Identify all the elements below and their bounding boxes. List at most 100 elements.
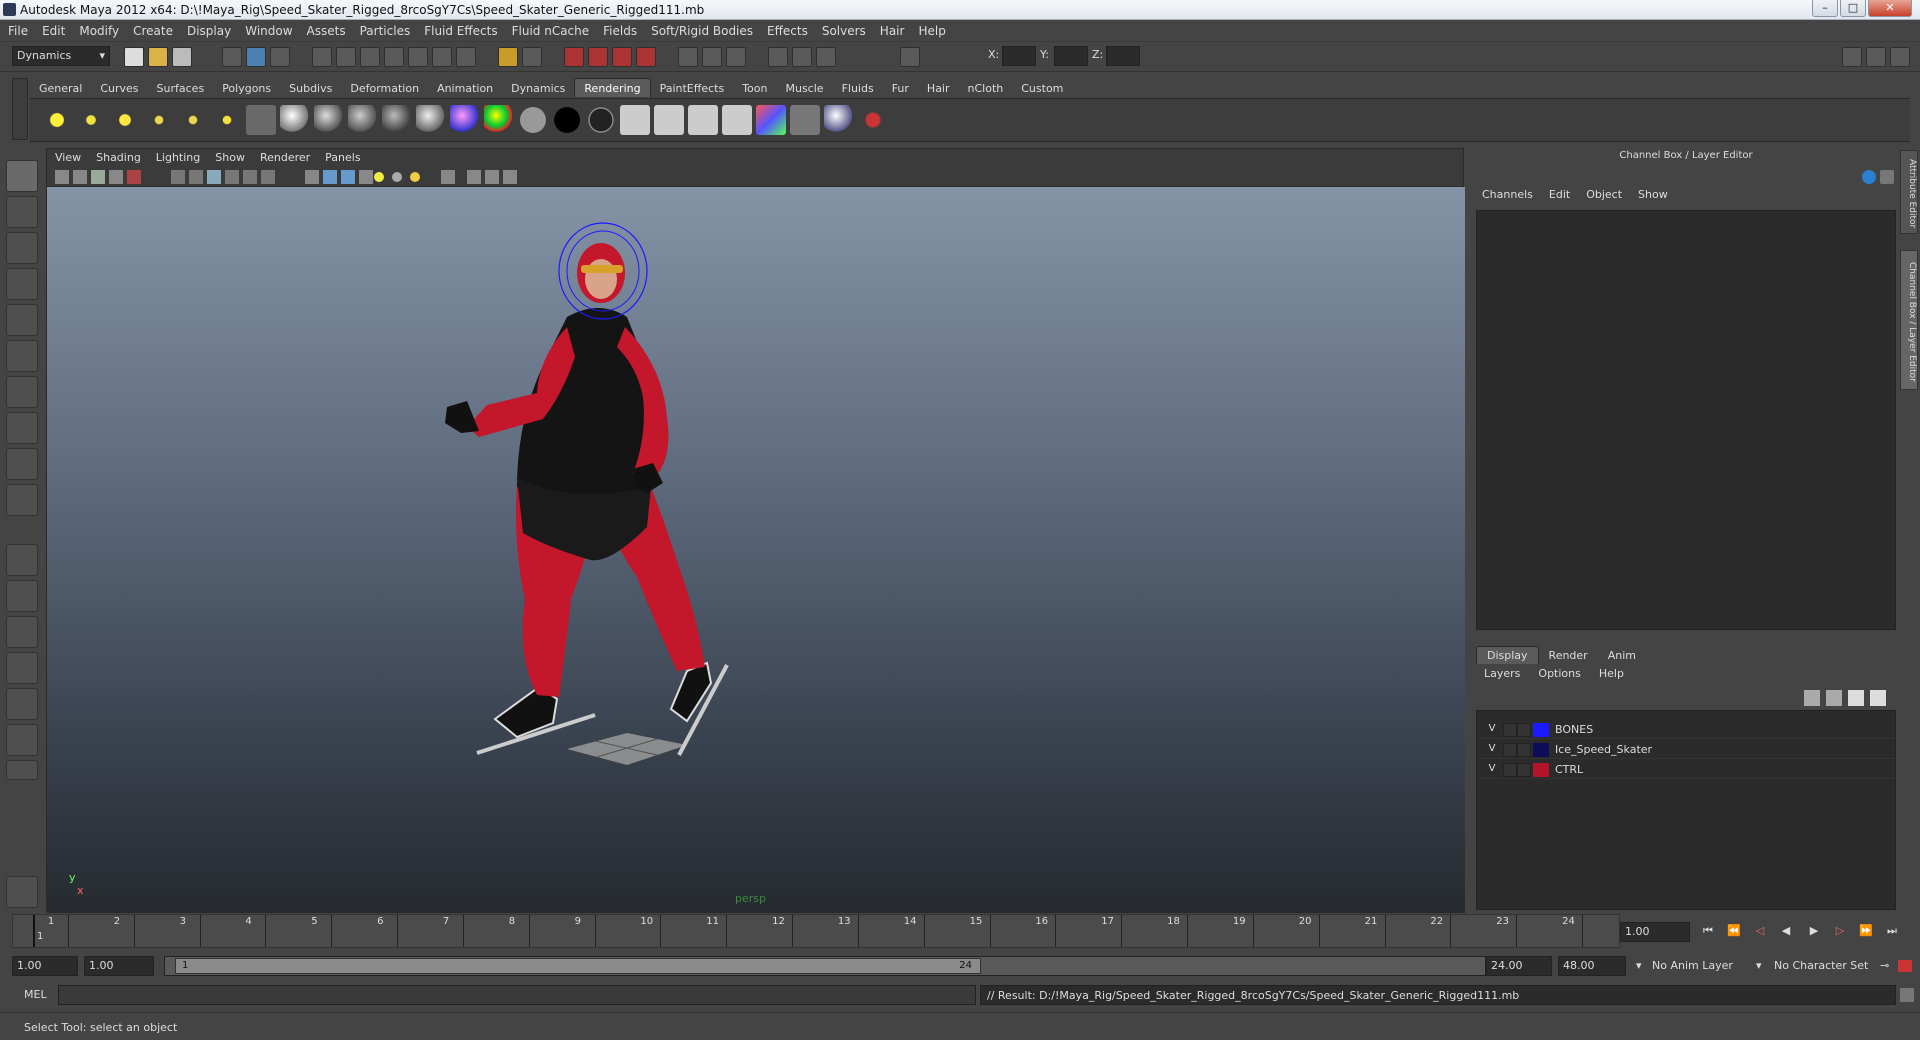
render-settings-shelf-icon[interactable]	[756, 105, 786, 135]
step-forward-frame-icon[interactable]: ▷	[1832, 924, 1848, 940]
new-layer-selected-icon[interactable]	[1870, 690, 1886, 706]
render-frame-icon[interactable]	[564, 47, 584, 67]
hypershade-persp-layout-icon[interactable]	[6, 688, 38, 720]
selection-lock-icon[interactable]	[522, 47, 542, 67]
shelf-tab-hair[interactable]: Hair	[918, 79, 959, 98]
attribute-panel-icon[interactable]	[702, 47, 722, 67]
shelf-tab-surfaces[interactable]: Surfaces	[148, 79, 214, 98]
anisotropic-material-icon[interactable]	[416, 105, 446, 135]
persp-graph-hypergraph-layout-icon[interactable]	[6, 724, 38, 756]
layer-visibility-toggle[interactable]: V	[1485, 763, 1499, 777]
channel-box-edit-icon[interactable]	[1880, 170, 1894, 184]
shelf-tab-fluids[interactable]: Fluids	[833, 79, 883, 98]
vp-menu-renderer[interactable]: Renderer	[252, 149, 317, 164]
menu-edit[interactable]: Edit	[34, 20, 71, 38]
persp-graph-layout-icon[interactable]	[6, 652, 38, 684]
chevron-down-icon[interactable]: ▾	[1756, 959, 1762, 972]
menu-fluid-ncache[interactable]: Fluid nCache	[504, 20, 596, 38]
shelf-tab-deformation[interactable]: Deformation	[341, 79, 428, 98]
anim-start-field[interactable]: 1.00	[12, 956, 78, 976]
surface-shader-icon[interactable]	[518, 105, 548, 135]
minimize-button[interactable]: –	[1812, 0, 1838, 17]
step-forward-key-icon[interactable]: ⏩	[1858, 924, 1874, 940]
skater-render[interactable]	[47, 187, 1465, 913]
lock-icon[interactable]	[498, 47, 518, 67]
layout-expand-icon[interactable]	[6, 760, 38, 780]
phong-material-icon[interactable]	[348, 105, 378, 135]
persp-outliner-layout-icon[interactable]	[6, 616, 38, 648]
snap-curve-icon[interactable]	[360, 47, 380, 67]
layer-display-type-toggle[interactable]	[1517, 723, 1531, 737]
menuset-dropdown[interactable]: Dynamics ▾	[12, 46, 110, 66]
cb-menu-object[interactable]: Object	[1578, 188, 1630, 201]
command-input[interactable]	[58, 985, 976, 1005]
soft-mod-tool-icon[interactable]	[6, 412, 38, 444]
lasso-tool-icon[interactable]	[6, 196, 38, 228]
layer-playback-toggle[interactable]	[1503, 723, 1517, 737]
menu-modify[interactable]: Modify	[71, 20, 125, 38]
menu-hair[interactable]: Hair	[872, 20, 911, 38]
layer-tab-anim[interactable]: Anim	[1598, 647, 1646, 665]
shelf-tab-polygons[interactable]: Polygons	[213, 79, 280, 98]
new-empty-layer-icon[interactable]	[1848, 690, 1864, 706]
layer-color-swatch[interactable]	[1533, 723, 1549, 737]
snap-live-icon[interactable]	[432, 47, 452, 67]
batch-render-icon[interactable]	[790, 105, 820, 135]
shelf-tab-painteffects[interactable]: PaintEffects	[651, 79, 734, 98]
shelf-tab-ncloth[interactable]: nCloth	[959, 79, 1013, 98]
move-layer-down-icon[interactable]	[1826, 690, 1842, 706]
z-field[interactable]	[1106, 46, 1140, 66]
le-menu-options[interactable]: Options	[1528, 667, 1588, 680]
menu-particles[interactable]: Particles	[352, 20, 417, 38]
menu-file[interactable]: File	[0, 20, 34, 38]
single-perspective-layout-icon[interactable]	[6, 544, 38, 576]
close-button[interactable]: ✕	[1868, 0, 1912, 17]
preferences-icon[interactable]	[1898, 960, 1912, 972]
area-light-icon[interactable]	[178, 105, 208, 135]
play-forward-icon[interactable]: ▶	[1806, 924, 1822, 940]
assign-existing-material-icon[interactable]	[654, 105, 684, 135]
absolute-transform-icon[interactable]	[900, 47, 920, 67]
cb-menu-channels[interactable]: Channels	[1474, 188, 1541, 201]
layer-display-type-toggle[interactable]	[1517, 763, 1531, 777]
layer-name[interactable]: BONES	[1555, 723, 1593, 736]
open-scene-icon[interactable]	[148, 47, 168, 67]
layer-row[interactable]: V BONES	[1477, 721, 1897, 739]
layer-playback-toggle[interactable]	[1503, 743, 1517, 757]
blinn-material-icon[interactable]	[280, 105, 310, 135]
input-line-icon[interactable]	[768, 47, 788, 67]
hypershade-shelf-icon[interactable]	[824, 105, 854, 135]
ramp-shader-icon[interactable]	[484, 105, 514, 135]
shelf-tab-custom[interactable]: Custom	[1012, 79, 1072, 98]
show-manipulator-icon[interactable]	[6, 448, 38, 480]
lambert-material-icon[interactable]	[314, 105, 344, 135]
paint-canvas-icon[interactable]	[858, 105, 888, 135]
go-to-start-icon[interactable]: ⏮	[1700, 924, 1716, 940]
shelf-tab-subdivs[interactable]: Subdivs	[280, 79, 341, 98]
menu-create[interactable]: Create	[125, 20, 179, 38]
layer-display-type-toggle[interactable]	[1517, 743, 1531, 757]
le-menu-help[interactable]: Help	[1589, 667, 1632, 680]
hypershade-icon[interactable]	[636, 47, 656, 67]
range-slider-handle[interactable]: 1 24	[175, 958, 981, 974]
vp-menu-show[interactable]: Show	[207, 149, 252, 164]
layer-tab-render[interactable]: Render	[1539, 647, 1598, 665]
channel-box-layer-editor-tab[interactable]: Channel Box / Layer Editor	[1900, 250, 1918, 390]
panel-layout-icon[interactable]	[678, 47, 698, 67]
move-layer-up-icon[interactable]	[1804, 690, 1820, 706]
shelf-tab-toon[interactable]: Toon	[733, 79, 776, 98]
shelf-tab-rendering[interactable]: Rendering	[574, 78, 651, 97]
vp-menu-lighting[interactable]: Lighting	[148, 149, 207, 164]
save-scene-icon[interactable]	[172, 47, 192, 67]
paint-select-tool-icon[interactable]	[6, 232, 38, 264]
script-editor-icon[interactable]	[1900, 988, 1914, 1002]
menu-fluid-effects[interactable]: Fluid Effects	[416, 20, 503, 38]
transform-icon[interactable]	[792, 47, 812, 67]
shading-group-icon[interactable]	[586, 105, 616, 135]
le-menu-layers[interactable]: Layers	[1474, 667, 1528, 680]
assign-material-icon[interactable]	[620, 105, 650, 135]
shelf-tab-fur[interactable]: Fur	[883, 79, 918, 98]
attribute-editor-tab[interactable]: Attribute Editor	[1900, 150, 1918, 234]
select-hierarchy-icon[interactable]	[222, 47, 242, 67]
toggle-attribute-editor-icon[interactable]	[1842, 47, 1862, 67]
